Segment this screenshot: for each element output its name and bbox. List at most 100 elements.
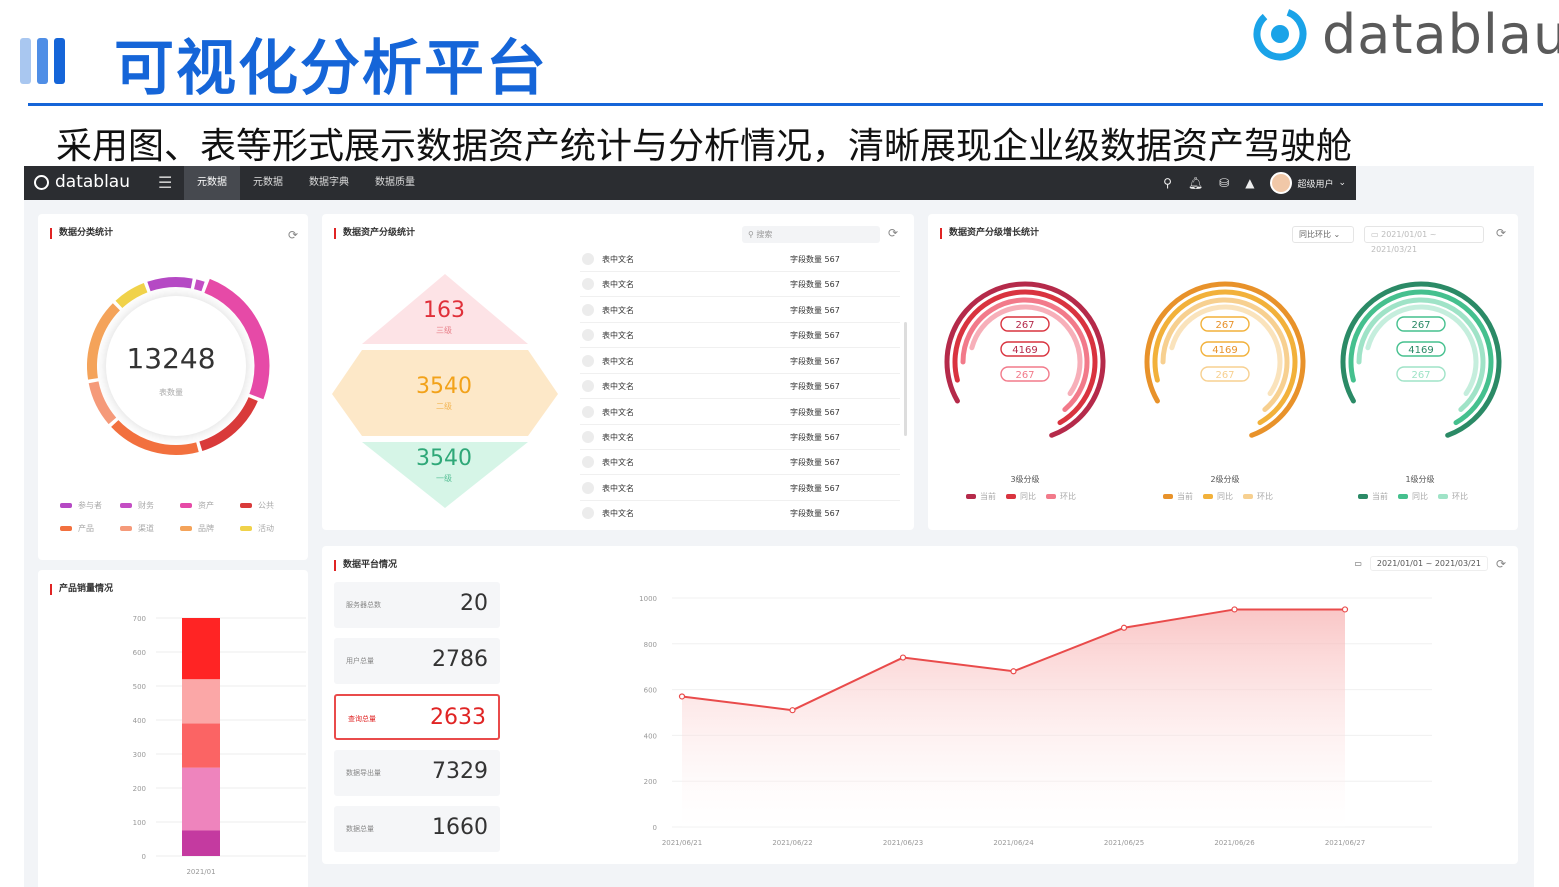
refresh-icon[interactable]: ⟳ <box>1496 226 1506 240</box>
legend-swatch <box>1006 494 1016 499</box>
row-count: 字段数量 567 <box>790 458 840 467</box>
list-item[interactable]: 表中文名 字段数量 567 <box>580 323 900 348</box>
datablau-logo-icon <box>1253 7 1307 61</box>
list-item[interactable]: 表中文名 字段数量 567 <box>580 298 900 323</box>
refresh-icon[interactable]: ⟳ <box>888 226 898 240</box>
row-name: 表中文名 <box>602 306 634 315</box>
platform-date-range[interactable]: ▭ 2021/01/01 ~ 2021/03/21 ⟳ <box>1354 556 1506 571</box>
stat-card[interactable]: 用户总量 2786 <box>334 638 500 684</box>
row-count: 字段数量 567 <box>790 280 840 289</box>
search-input[interactable]: ⚲ 搜索 <box>742 226 880 243</box>
legend-item[interactable]: 同比 <box>1203 491 1233 502</box>
legend-item[interactable]: 当前 <box>966 491 996 502</box>
legend-label: 财务 <box>138 501 154 510</box>
level3-label: 三级 <box>436 326 452 335</box>
ring-value-label: 267 <box>1411 370 1430 381</box>
notification-icon[interactable]: 🔔︎ <box>1188 176 1203 190</box>
row-icon <box>582 304 594 316</box>
level1-value: 3540 <box>416 446 472 471</box>
stat-value: 2633 <box>430 705 486 730</box>
row-icon <box>582 406 594 418</box>
level1-stat: 3540 一级 <box>374 446 514 484</box>
nav-item-metadata[interactable]: 元数据 <box>240 166 296 200</box>
brand-logo: datablau <box>1252 2 1559 66</box>
data-point <box>1120 624 1128 631</box>
stat-card-selected[interactable]: 查询总量 2633 <box>334 694 500 740</box>
legend-item[interactable]: 同比 <box>1398 491 1428 502</box>
stacked-bar-segment <box>182 723 220 768</box>
list-item[interactable]: 表中文名 字段数量 567 <box>580 374 900 399</box>
legend-item[interactable]: 当前 <box>1358 491 1388 502</box>
levels-panel: 数据资产分级统计 ⚲ 搜索 ⟳ 163 三级 3540 二级 3540 一级 表… <box>322 214 914 530</box>
legend-item[interactable]: 产品 <box>60 523 120 534</box>
user-menu[interactable]: 超级用户 ⌄ <box>1270 172 1346 194</box>
row-count: 字段数量 567 <box>790 408 840 417</box>
row-icon <box>582 355 594 367</box>
legend-label: 品牌 <box>198 524 214 533</box>
growth-panel-title: 数据资产分级增长统计 <box>940 228 1039 239</box>
y-tick-label: 400 <box>133 717 146 725</box>
legend-swatch <box>1243 494 1253 499</box>
search-icon[interactable]: ⚲ <box>1163 176 1172 190</box>
menu-icon[interactable]: ☰ <box>158 173 172 192</box>
refresh-icon[interactable]: ⟳ <box>1496 557 1506 571</box>
nav-item-data-dictionary[interactable]: 数据字典 <box>296 166 362 200</box>
group-legend: 当前 同比 环比 <box>1163 491 1273 502</box>
stat-card[interactable]: 服务器总数 20 <box>334 582 500 628</box>
stat-card[interactable]: 数据导出量 7329 <box>334 750 500 796</box>
y-tick-label: 400 <box>644 732 657 740</box>
list-item[interactable]: 表中文名 字段数量 567 <box>580 450 900 475</box>
legend-item[interactable]: 财务 <box>120 500 180 511</box>
legend-item[interactable]: 环比 <box>1046 491 1076 502</box>
user-name: 超级用户 <box>1297 179 1334 190</box>
legend-label: 渠道 <box>138 524 154 533</box>
x-tick-label: 2021/01 <box>186 868 215 876</box>
list-scrollbar[interactable] <box>904 322 907 436</box>
nav-item-metadata-active[interactable]: 元数据 <box>184 166 240 200</box>
list-item[interactable]: 表中文名 字段数量 567 <box>580 425 900 450</box>
database-icon[interactable]: ⛁ <box>1219 176 1229 190</box>
legend-swatch <box>1358 494 1368 499</box>
legend-item[interactable]: 公共 <box>240 500 300 511</box>
row-name: 表中文名 <box>602 408 634 417</box>
y-tick-label: 700 <box>133 615 146 623</box>
legend-label: 参与者 <box>78 501 102 510</box>
ring-value-label: 4169 <box>1212 345 1237 356</box>
legend-item[interactable]: 资产 <box>180 500 240 511</box>
title-divider <box>28 103 1543 106</box>
brand-name: datablau <box>1322 2 1559 66</box>
list-item[interactable]: 表中文名 字段数量 567 <box>580 349 900 374</box>
stat-label: 用户总量 <box>346 657 374 665</box>
app-logo[interactable]: datablau <box>34 172 130 192</box>
compare-select[interactable]: 同比环比 ⌄ <box>1292 226 1354 243</box>
legend-swatch <box>966 494 976 499</box>
warning-icon[interactable]: ▲ <box>1245 176 1254 190</box>
list-item[interactable]: 表中文名 字段数量 567 <box>580 476 900 501</box>
avatar <box>1270 172 1293 194</box>
legend-label: 资产 <box>198 501 214 510</box>
nav-item-data-quality[interactable]: 数据质量 <box>362 166 428 200</box>
legend-item[interactable]: 参与者 <box>60 500 120 511</box>
legend-item[interactable]: 环比 <box>1243 491 1273 502</box>
row-icon <box>582 431 594 443</box>
legend-item[interactable]: 当前 <box>1163 491 1193 502</box>
ring-value-label: 4169 <box>1408 345 1433 356</box>
row-icon <box>582 278 594 290</box>
row-icon <box>582 507 594 519</box>
list-item[interactable]: 表中文名 字段数量 567 <box>580 247 900 272</box>
row-name: 表中文名 <box>602 509 634 518</box>
date-range-picker[interactable]: ▭ 2021/01/01 ~ 2021/03/21 <box>1364 226 1484 254</box>
area-fill <box>682 609 1345 827</box>
legend-item[interactable]: 环比 <box>1438 491 1468 502</box>
list-item[interactable]: 表中文名 字段数量 567 <box>580 272 900 297</box>
list-item[interactable]: 表中文名 字段数量 567 <box>580 400 900 425</box>
legend-item[interactable]: 活动 <box>240 523 300 534</box>
list-item[interactable]: 表中文名 字段数量 567 <box>580 501 900 526</box>
legend-item[interactable]: 品牌 <box>180 523 240 534</box>
legend-item[interactable]: 同比 <box>1006 491 1036 502</box>
legend-item[interactable]: 渠道 <box>120 523 180 534</box>
row-name: 表中文名 <box>602 382 634 391</box>
refresh-icon[interactable]: ⟳ <box>288 228 298 242</box>
stat-card[interactable]: 数据总量 1660 <box>334 806 500 852</box>
row-name: 表中文名 <box>602 484 634 493</box>
